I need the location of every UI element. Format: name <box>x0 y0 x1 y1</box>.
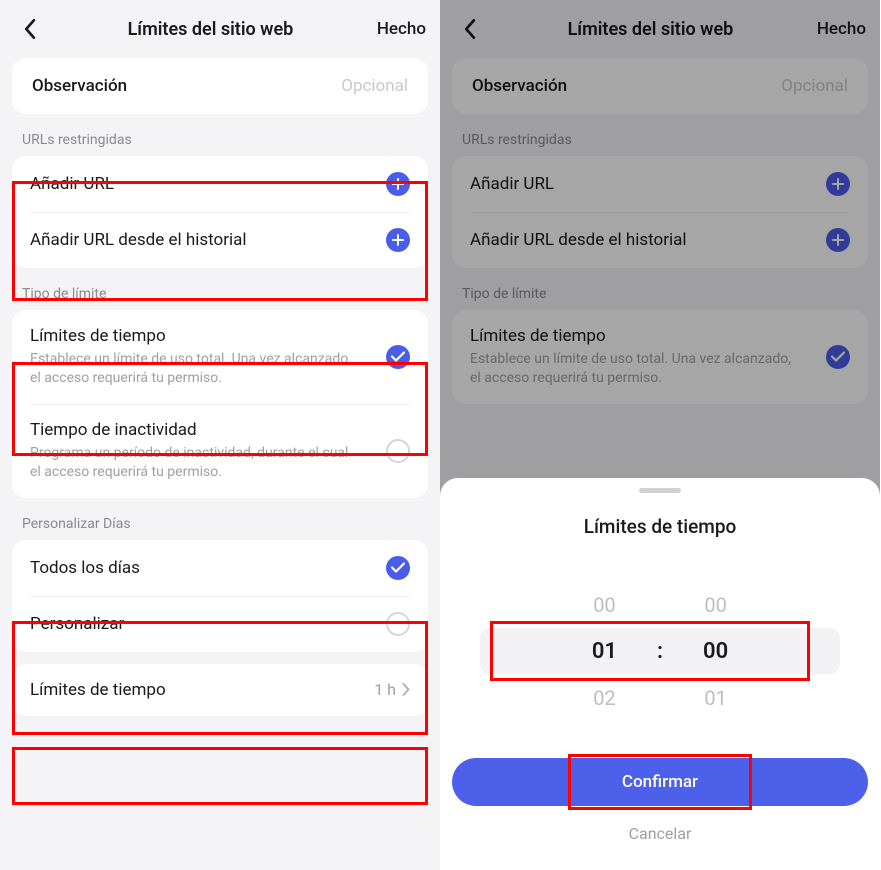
days-custom-row[interactable]: Personalizar <box>12 596 428 652</box>
sheet-handle[interactable] <box>639 488 681 493</box>
urls-group: Añadir URL Añadir URL desde el historial <box>12 156 428 268</box>
hours-selected: 01 <box>592 639 617 664</box>
time-limit-value-text: 1 h <box>374 680 396 699</box>
add-url-label: Añadir URL <box>30 174 114 194</box>
done-button[interactable]: Hecho <box>377 19 426 39</box>
time-limit-value: 1 h <box>374 680 410 699</box>
page-title: Límites del sitio web <box>128 19 294 40</box>
time-limit-row[interactable]: Límites de tiempo 1 h <box>12 664 428 716</box>
add-url-row[interactable]: Añadir URL <box>12 156 428 212</box>
back-button[interactable] <box>14 14 44 44</box>
chevron-left-icon <box>23 18 36 40</box>
highlight-box <box>12 747 428 805</box>
section-label-urls: URLs restringidas <box>0 114 440 156</box>
cancel-button[interactable]: Cancelar <box>452 812 868 854</box>
observation-label: Observación <box>32 76 127 96</box>
chevron-right-icon <box>402 683 410 696</box>
limit-type-group: Límites de tiempo Establece un límite de… <box>12 310 428 498</box>
days-every-label: Todos los días <box>30 558 140 578</box>
time-picker-sheet: Límites de tiempo 00 01 02 : 00 00 01 <box>440 478 880 870</box>
days-group: Todos los días Personalizar <box>12 540 428 652</box>
add-url-history-row[interactable]: Añadir URL desde el historial <box>12 212 428 268</box>
radio-empty-icon <box>386 439 410 463</box>
radio-empty-icon <box>386 612 410 636</box>
time-picker[interactable]: 00 01 02 : 00 00 01 <box>440 566 880 736</box>
plus-icon <box>386 172 410 196</box>
minutes-column[interactable]: 00 00 01 <box>703 593 728 710</box>
section-label-days: Personalizar Días <box>0 498 440 540</box>
limit-downtime-title: Tiempo de inactividad <box>30 420 360 440</box>
hours-column[interactable]: 00 01 02 <box>592 593 617 710</box>
days-every-row[interactable]: Todos los días <box>12 540 428 596</box>
header: Límites del sitio web Hecho <box>0 0 440 58</box>
hours-prev: 00 <box>593 593 615 617</box>
mins-prev: 00 <box>704 593 726 617</box>
limit-type-time-row[interactable]: Límites de tiempo Establece un límite de… <box>12 310 428 404</box>
plus-icon <box>386 228 410 252</box>
confirm-button[interactable]: Confirmar <box>452 758 868 806</box>
hours-next: 02 <box>593 686 615 710</box>
add-url-history-label: Añadir URL desde el historial <box>30 230 247 250</box>
limit-time-title: Límites de tiempo <box>30 326 360 346</box>
days-custom-label: Personalizar <box>30 614 124 634</box>
time-limit-label: Límites de tiempo <box>30 680 166 700</box>
time-separator: : <box>657 639 663 664</box>
mins-selected: 00 <box>703 639 728 664</box>
time-limit-value-group: Límites de tiempo 1 h <box>12 664 428 716</box>
limit-type-downtime-row[interactable]: Tiempo de inactividad Programa un períod… <box>12 404 428 498</box>
check-icon <box>386 556 410 580</box>
section-label-type: Tipo de límite <box>0 268 440 310</box>
observation-field[interactable]: Observación Opcional <box>12 58 428 114</box>
limit-downtime-desc: Programa un período de inactividad, dura… <box>30 444 360 482</box>
check-icon <box>386 345 410 369</box>
sheet-title: Límites de tiempo <box>440 515 880 538</box>
observation-placeholder: Opcional <box>341 76 408 96</box>
limit-time-desc: Establece un límite de uso total. Una ve… <box>30 350 360 388</box>
mins-next: 01 <box>704 686 726 710</box>
